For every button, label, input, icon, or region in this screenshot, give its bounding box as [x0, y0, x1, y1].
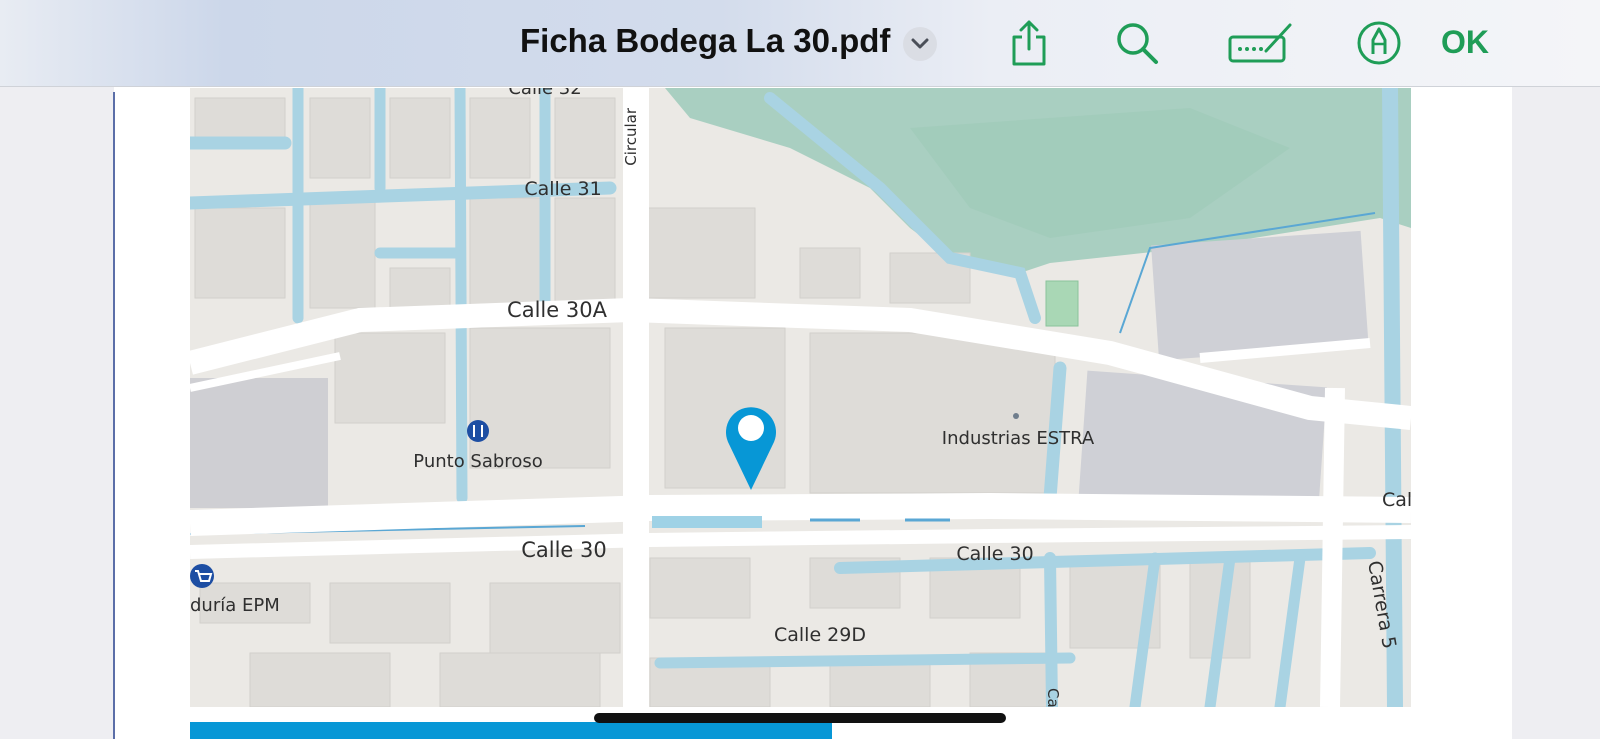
street-label-calle-30-left: Calle 30	[521, 538, 607, 562]
share-icon	[1012, 20, 1046, 66]
poi-industrias-estra: Industrias ESTRA	[942, 428, 1095, 449]
street-label-cal: Cal	[1382, 489, 1411, 511]
markup-pen-icon	[1357, 21, 1401, 65]
document-title[interactable]: Ficha Bodega La 30.pdf	[520, 22, 890, 60]
section-color-bar	[190, 722, 832, 739]
restaurant-icon	[467, 420, 489, 442]
title-menu-button[interactable]	[903, 27, 937, 61]
poi-dot-icon	[1013, 413, 1019, 419]
street-label-calle-32: Calle 32	[508, 88, 581, 99]
share-button[interactable]	[1004, 18, 1054, 68]
street-label-calle-31: Calle 31	[524, 178, 601, 200]
ok-button[interactable]: OK	[1441, 24, 1489, 61]
street-label-ca: Ca	[1044, 688, 1062, 707]
chevron-down-icon	[911, 38, 929, 49]
map-canvas: Calle 32 Circular Calle 31 Calle 30A Cal…	[190, 88, 1411, 707]
location-map: Calle 32 Circular Calle 31 Calle 30A Cal…	[190, 88, 1411, 707]
search-button[interactable]	[1112, 18, 1162, 68]
page-edge-divider	[113, 92, 115, 739]
street-label-circular: Circular	[622, 107, 640, 166]
search-icon	[1117, 23, 1158, 64]
street-label-calle-29d: Calle 29D	[774, 624, 866, 646]
signature-icon	[1228, 23, 1292, 63]
poi-punto-sabroso: Punto Sabroso	[413, 451, 542, 472]
pdf-toolbar: Ficha Bodega La 30.pdf OK	[0, 0, 1600, 87]
markup-button[interactable]	[1354, 18, 1404, 68]
poi-epm: duría EPM	[190, 595, 280, 616]
street-label-calle-30-right: Calle 30	[956, 543, 1033, 565]
home-indicator[interactable]	[594, 713, 1006, 723]
signature-button[interactable]	[1228, 18, 1294, 68]
street-label-calle-30a: Calle 30A	[507, 298, 608, 322]
